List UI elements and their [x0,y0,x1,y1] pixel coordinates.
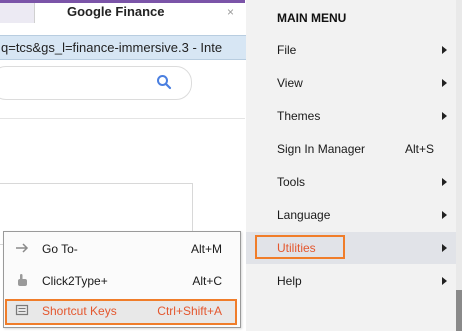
search-input[interactable] [0,66,192,100]
tab-title: Google Finance [67,4,165,19]
submenu-item-go-to[interactable]: Go To- Alt+M [4,233,240,264]
submenu-item-label: Go To- [42,242,78,256]
main-menu-title: MAIN MENU [277,11,347,25]
address-text: q=tcs&gs_l=finance-immersive.3 - Inte [1,40,223,55]
menu-item-themes[interactable]: Themes [246,100,456,132]
submenu-arrow-icon [442,211,447,219]
menu-item-label: Utilities [277,241,316,255]
menu-scrollbar-thumb[interactable] [456,290,462,331]
menu-item-label: Sign In Manager [277,142,366,156]
submenu-arrow-icon [442,46,447,54]
menu-item-view[interactable]: View [246,67,456,99]
menu-item-language[interactable]: Language [246,199,456,231]
menu-item-tools[interactable]: Tools [246,166,456,198]
submenu-arrow-icon [442,79,447,87]
main-menu: MAIN MENU File View Themes Sign In Manag… [246,0,462,331]
utilities-submenu: Go To- Alt+M Click2Type+ Alt+C Shortcut … [3,231,241,328]
submenu-item-shortcut: Alt+C [192,274,222,288]
menu-scrollbar-track[interactable] [456,0,462,331]
menu-item-sign-in-manager[interactable]: Sign In Manager Alt+S [246,133,456,165]
close-tab-icon[interactable]: × [227,5,234,19]
menu-item-shortcut: Alt+S [405,142,435,156]
address-bar[interactable]: q=tcs&gs_l=finance-immersive.3 - Inte [0,35,250,60]
menu-item-file[interactable]: File [246,34,456,66]
menu-item-label: View [277,76,303,90]
submenu-arrow-icon [442,277,447,285]
submenu-arrow-icon [442,244,447,252]
submenu-item-click2type[interactable]: Click2Type+ Alt+C [4,265,240,296]
submenu-item-shortcut: Alt+M [190,242,222,256]
submenu-item-shortcut: Ctrl+Shift+A [157,304,222,318]
menu-item-utilities[interactable]: Utilities [246,232,456,264]
submenu-item-label: Shortcut Keys [42,304,117,318]
hand-pointer-icon [18,274,27,286]
browser-tab[interactable]: Google Finance × [34,3,247,23]
menu-item-label: Tools [277,175,306,189]
submenu-item-shortcut-keys[interactable]: Shortcut Keys Ctrl+Shift+A [4,295,240,326]
browser-tab-bar: Google Finance × [0,0,247,23]
menu-item-label: File [277,43,297,57]
menu-item-label: Language [277,208,331,222]
search-icon[interactable] [156,74,172,90]
keyboard-icon [15,304,29,316]
submenu-item-label: Click2Type+ [42,274,108,288]
menu-item-label: Themes [277,109,321,123]
arrow-right-icon [16,243,29,253]
submenu-arrow-icon [442,178,447,186]
submenu-arrow-icon [442,112,447,120]
menu-item-help[interactable]: Help [246,265,456,297]
content-divider [0,118,245,119]
menu-item-label: Help [277,274,302,288]
